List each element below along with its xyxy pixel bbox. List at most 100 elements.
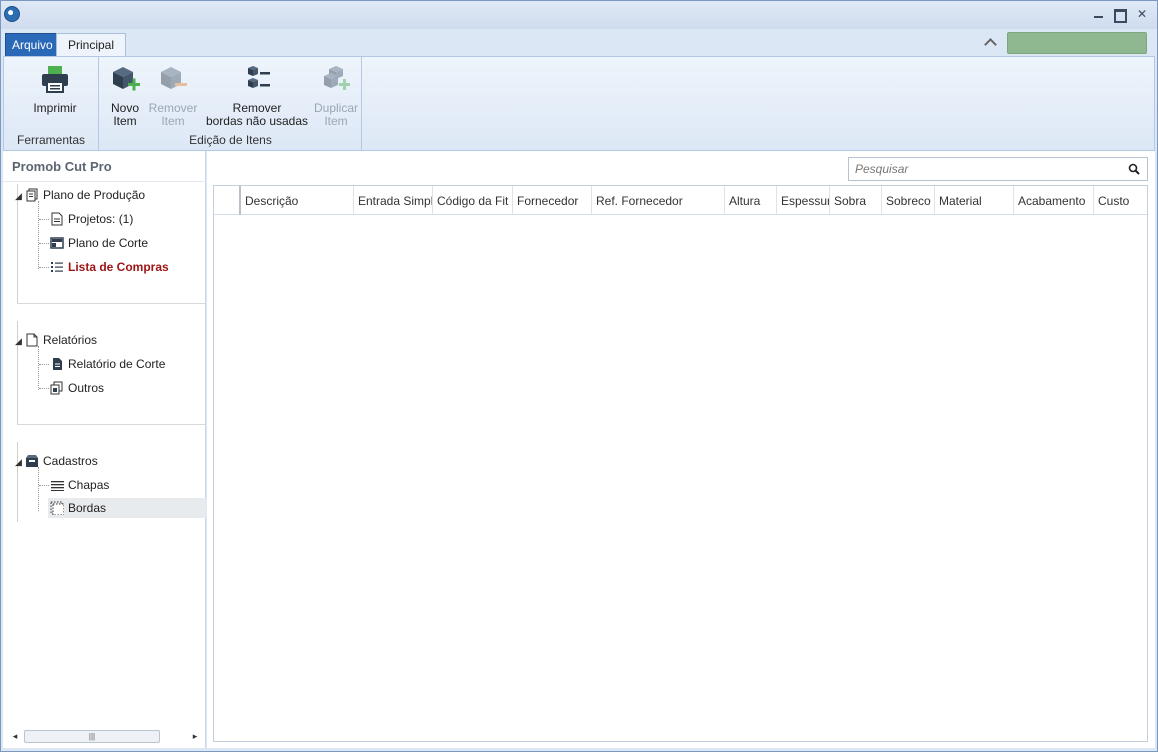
list-icon [51, 262, 63, 272]
duplicate-item-icon [324, 66, 350, 90]
tree-guide [38, 346, 39, 390]
tree-item-plano-de-corte[interactable]: Plano de Corte [50, 233, 148, 253]
remove-item-button[interactable]: Remover Item [148, 63, 198, 128]
tree-guide [39, 388, 49, 389]
navigation-panel: Promob Cut Pro ◢ Plano de Produção Projet… [3, 151, 206, 748]
tree-guide [38, 467, 39, 511]
documents-icon [26, 188, 38, 202]
tab-arquivo[interactable]: Arquivo [5, 33, 60, 56]
column-ref-fornecedor[interactable]: Ref. Fornecedor [592, 186, 725, 215]
tree-guide [38, 201, 39, 269]
tree-item-label: Relatório de Corte [68, 357, 166, 371]
title-bar: ✕ [1, 1, 1157, 29]
tree-item-label: Projetos: (1) [68, 212, 134, 226]
duplicate-item-button[interactable]: Duplicar Item [312, 63, 360, 128]
tree-guide [39, 364, 49, 365]
column-fornecedor[interactable]: Fornecedor [513, 186, 592, 215]
tree-item-label: Chapas [68, 478, 110, 492]
scroll-left-icon[interactable]: ◂ [10, 729, 20, 744]
column-sobrecorte[interactable]: Sobreco [882, 186, 935, 215]
minimize-icon[interactable] [1091, 7, 1105, 21]
edges-icon [50, 501, 64, 515]
remove-edges-icon [248, 66, 270, 88]
group-caption-edicao-itens: Edição de Itens [189, 133, 272, 147]
tree-section-relatorios[interactable]: ◢ Relatórios [15, 330, 97, 350]
duplicate-item-label-2: Item [324, 114, 348, 128]
column-custo[interactable]: Custo [1094, 186, 1147, 215]
grid-header: Descrição Entrada Simpl Código da Fit Fo… [214, 186, 1147, 215]
tree-section-divider [17, 424, 206, 425]
remove-unused-edges-button[interactable]: Remover bordas não usadas [201, 63, 313, 128]
app-window: ✕ Arquivo Principal Imprimir Ferramentas [0, 0, 1158, 752]
column-codigo-da-fita[interactable]: Código da Fit [433, 186, 513, 215]
window-controls: ✕ [1091, 7, 1149, 21]
group-ferramentas: Imprimir Ferramentas [4, 57, 99, 150]
tree-section-label: Relatórios [43, 333, 98, 347]
tree-section-label: Cadastros [43, 454, 98, 468]
registry-box-icon [26, 455, 38, 467]
tree-section-divider [17, 303, 206, 304]
new-item-button[interactable]: Novo Item [104, 63, 146, 128]
new-item-label-2: Item [113, 114, 137, 128]
content-panel: Descrição Entrada Simpl Código da Fit Fo… [207, 151, 1155, 748]
tree-item-label: Lista de Compras [68, 260, 169, 274]
tree-guide [39, 243, 49, 244]
sheets-icon [51, 481, 64, 491]
tree-item-outros[interactable]: Outros [50, 378, 104, 398]
app-logo-icon[interactable] [4, 6, 20, 22]
panel-title: Promob Cut Pro [12, 159, 112, 174]
panel-title-divider [3, 181, 206, 182]
tree-item-lista-de-compras[interactable]: Lista de Compras [50, 257, 169, 277]
print-label: Imprimir [33, 101, 77, 115]
remove-edges-label-2: bordas não usadas [205, 114, 309, 128]
collapse-ribbon-icon[interactable] [983, 36, 997, 48]
collapse-arrow-icon[interactable]: ◢ [15, 186, 25, 206]
column-descricao[interactable]: Descrição [241, 186, 354, 215]
column-material[interactable]: Material [935, 186, 1014, 215]
tree-item-label: Outros [68, 381, 105, 395]
search-icon[interactable] [1128, 163, 1140, 175]
column-entrada-simples[interactable]: Entrada Simpl [354, 186, 433, 215]
cut-plan-icon [50, 237, 64, 249]
search-input[interactable] [853, 160, 1123, 178]
remove-item-icon [161, 67, 187, 89]
tree-section-cadastros[interactable]: ◢ Cadastros [15, 451, 98, 471]
report-icon [26, 333, 38, 347]
tab-principal[interactable]: Principal [56, 33, 126, 56]
tree-guide [39, 219, 49, 220]
search-box[interactable] [848, 157, 1148, 181]
scroll-thumb[interactable]: ||| [24, 730, 160, 743]
ribbon: Imprimir Ferramentas Novo Item Remover I… [3, 56, 1155, 151]
tree-guide [39, 267, 49, 268]
column-sobra[interactable]: Sobra [830, 186, 882, 215]
tree-item-chapas[interactable]: Chapas [50, 475, 109, 495]
collapse-arrow-icon[interactable]: ◢ [15, 331, 25, 351]
maximize-icon[interactable] [1113, 7, 1127, 21]
tree-section-label: Plano de Produção [43, 188, 146, 202]
tree-item-label: Bordas [68, 501, 107, 515]
close-icon[interactable]: ✕ [1135, 7, 1149, 21]
printer-icon [42, 66, 68, 93]
group-edicao-itens: Novo Item Remover Item Remover bordas nã… [100, 57, 362, 150]
remove-item-label-2: Item [161, 114, 185, 128]
tree-item-relatorio-de-corte[interactable]: Relatório de Corte [50, 354, 165, 374]
status-indicator [1007, 32, 1147, 54]
scroll-right-icon[interactable]: ▸ [190, 729, 200, 744]
row-header-column [214, 186, 241, 215]
tree-item-label: Plano de Corte [68, 236, 149, 250]
column-acabamento[interactable]: Acabamento [1014, 186, 1094, 215]
horizontal-scrollbar[interactable]: ◂ ||| ▸ [8, 729, 202, 744]
column-espessura[interactable]: Espessur [777, 186, 830, 215]
group-caption-ferramentas: Ferramentas [16, 133, 86, 147]
collapse-arrow-icon[interactable]: ◢ [15, 452, 25, 472]
data-grid[interactable]: Descrição Entrada Simpl Código da Fit Fo… [213, 185, 1148, 742]
tree-item-projetos[interactable]: Projetos: (1) [50, 209, 133, 229]
tree-section-plano-producao[interactable]: ◢ Plano de Produção [15, 185, 145, 205]
new-item-icon [113, 67, 140, 91]
print-button[interactable]: Imprimir [25, 63, 85, 115]
other-reports-icon [50, 381, 63, 395]
tree-item-bordas[interactable]: Bordas [48, 498, 206, 518]
column-altura[interactable]: Altura [725, 186, 777, 215]
ribbon-tabs: Arquivo Principal [1, 29, 1157, 56]
tree-guide [39, 485, 49, 486]
